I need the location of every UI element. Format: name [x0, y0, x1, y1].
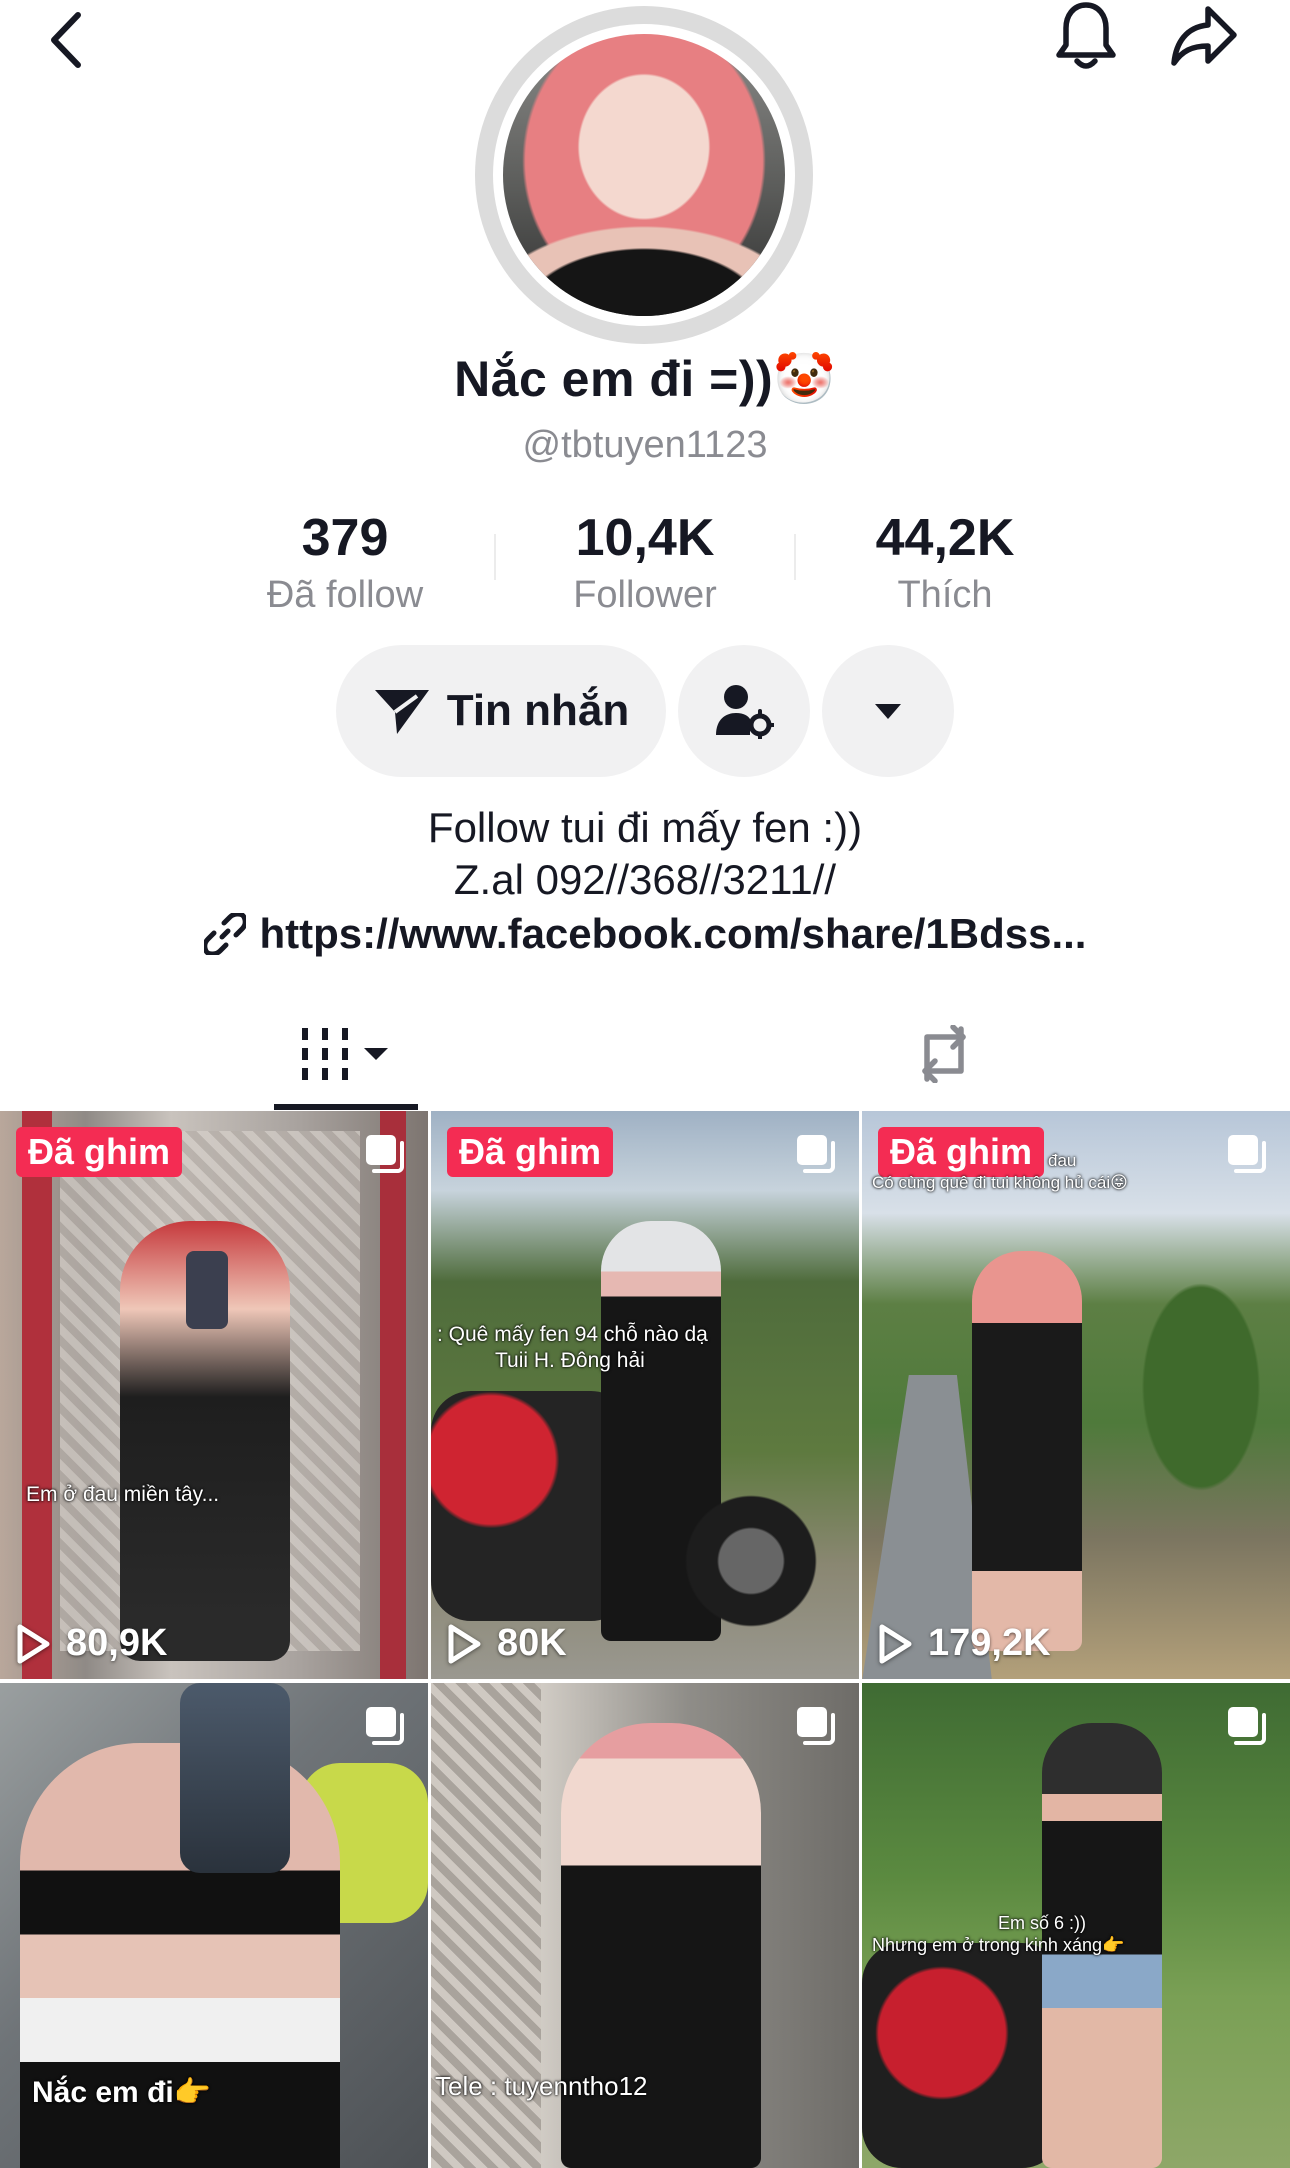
video-thumbnail[interactable]: Em số 6 :)) Nhưng em ở trong kinh xáng👉 — [862, 1683, 1290, 2168]
multi-photo-icon — [797, 1135, 835, 1173]
play-icon — [879, 1624, 912, 1663]
following-count: 379 — [301, 509, 389, 567]
more-options-button[interactable] — [822, 645, 954, 777]
multi-photo-icon — [366, 1135, 404, 1173]
video-thumbnail[interactable]: Đã ghim Em ở đau miền tây... 80,9K — [0, 1111, 428, 1679]
view-count: 80K — [447, 1622, 567, 1665]
username: @tbtuyen1123 — [522, 424, 768, 466]
pinned-badge: Đã ghim — [16, 1127, 183, 1177]
multi-photo-icon — [366, 1707, 404, 1745]
grid-icon — [302, 1028, 388, 1080]
view-count: 179,2K — [878, 1622, 1051, 1665]
chevron-left-icon — [51, 12, 81, 68]
video-caption: Em ở đau miền tây... — [26, 1483, 220, 1506]
stat-divider — [494, 534, 496, 580]
bio-link-text: https://www.facebook.com/share/1Bdss... — [259, 910, 1087, 957]
pinned-badge: Đã ghim — [447, 1127, 614, 1177]
stat-followers[interactable]: 10,4K Follower — [515, 508, 775, 618]
play-icon — [448, 1624, 481, 1663]
bio-line-2: Z.al 092//368//3211// — [453, 856, 837, 903]
followers-count: 10,4K — [575, 509, 715, 567]
multi-photo-icon — [1228, 1707, 1266, 1745]
video-caption-line-2: Tuii H. Đông hải — [495, 1349, 645, 1372]
repost-icon — [922, 1025, 966, 1083]
video-thumbnail[interactable]: Đã ghim đau Có cùng quê đi tui không hủ … — [862, 1111, 1290, 1679]
likes-count: 44,2K — [875, 509, 1015, 567]
video-thumbnail[interactable]: Nắc em đi👉 — [0, 1683, 428, 2168]
message-button-label: Tin nhắn — [446, 686, 630, 735]
share-arrow-icon — [1171, 6, 1237, 66]
link-icon — [203, 913, 246, 955]
send-icon — [374, 690, 429, 734]
stat-likes[interactable]: 44,2K Thích — [815, 508, 1075, 618]
play-icon — [17, 1624, 50, 1663]
following-label: Đã follow — [266, 574, 424, 616]
stat-following[interactable]: 379 Đã follow — [215, 508, 475, 618]
bio-line-1: Follow tui đi mấy fen :)) — [427, 804, 863, 851]
share-button[interactable] — [1164, 0, 1244, 76]
caret-down-icon — [875, 704, 901, 719]
follow-settings-button[interactable] — [678, 645, 810, 777]
tab-reposts[interactable] — [874, 1010, 1014, 1098]
video-caption-line-2: Có cùng quê đi tui không hủ cái😜 — [872, 1173, 1128, 1192]
multi-photo-icon — [797, 1707, 835, 1745]
video-thumbnail[interactable]: Đã ghim : Quê mấy fen 94 chỗ nào dạ Tuii… — [431, 1111, 859, 1679]
profile-avatar[interactable] — [475, 6, 813, 344]
likes-label: Thích — [897, 574, 993, 616]
view-count: 80,9K — [16, 1622, 167, 1665]
video-caption: Tele : tuyenntho12 — [435, 2071, 648, 2101]
user-gear-icon — [716, 685, 774, 739]
multi-photo-icon — [1228, 1135, 1266, 1173]
stat-divider — [794, 534, 796, 580]
display-name: Nắc em đi =))🤡 — [454, 351, 836, 407]
video-caption: Nắc em đi👉 — [32, 2076, 212, 2109]
avatar-photo — [503, 34, 785, 316]
bell-icon — [1056, 2, 1116, 69]
pinned-badge: Đã ghim — [878, 1127, 1045, 1177]
video-caption-line-1: Em số 6 :)) — [998, 1913, 1087, 1933]
video-caption-line-1: đau — [1048, 1151, 1077, 1170]
video-caption-line-2: Nhưng em ở trong kinh xáng👉 — [872, 1935, 1125, 1955]
tab-active-indicator — [274, 1104, 418, 1110]
followers-label: Follower — [573, 574, 717, 616]
bio-link[interactable]: https://www.facebook.com/share/1Bdss... — [0, 910, 1290, 958]
video-thumbnail[interactable]: Tele : tuyenntho12 — [431, 1683, 859, 2168]
back-button[interactable] — [26, 0, 106, 80]
message-button[interactable]: Tin nhắn — [336, 645, 666, 777]
video-caption-line-1: : Quê mấy fen 94 chỗ nào dạ — [437, 1323, 708, 1346]
notification-bell-button[interactable] — [1046, 0, 1126, 76]
tab-videos[interactable] — [274, 1010, 418, 1098]
